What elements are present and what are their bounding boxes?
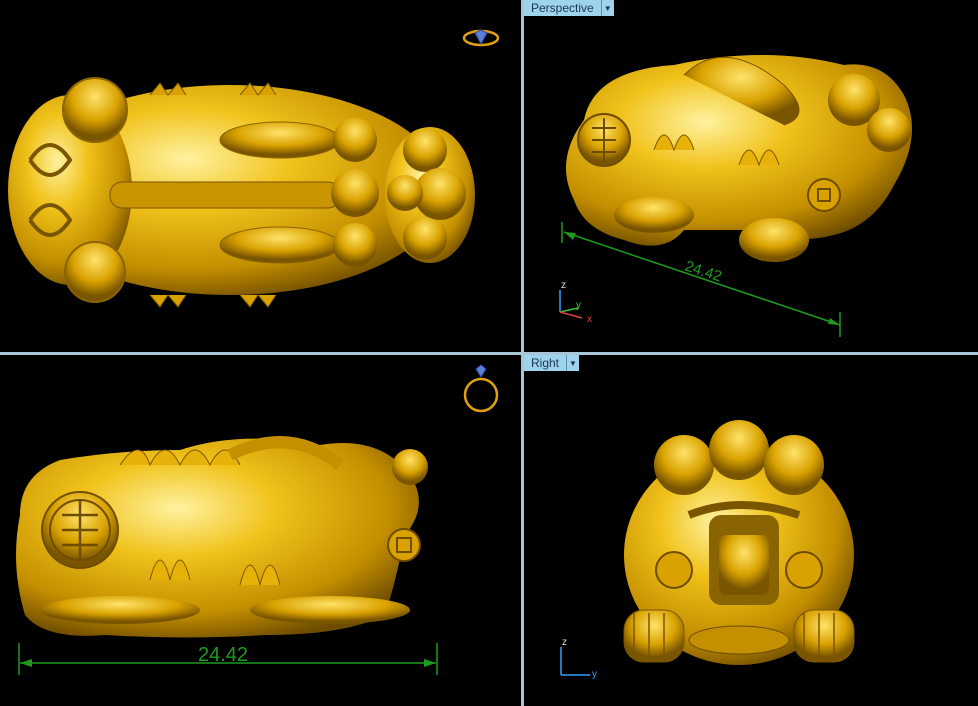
- svg-text:z: z: [561, 280, 566, 291]
- pixiu-right-model: [623, 420, 855, 665]
- viewport-title-perspective[interactable]: Perspective: [524, 0, 602, 16]
- viewport-tab-right[interactable]: Right ▼: [524, 355, 580, 371]
- viewport-perspective[interactable]: 24.42 z y x Perspective ▼: [524, 0, 978, 352]
- svg-text:y: y: [576, 300, 581, 311]
- viewport-right[interactable]: z y Right ▼: [524, 355, 978, 706]
- ring-front-view-icon: [463, 364, 499, 413]
- svg-text:z: z: [562, 637, 567, 648]
- viewport-splitter-horizontal[interactable]: [0, 352, 978, 355]
- viewport-title-right[interactable]: Right: [524, 355, 568, 371]
- dimension-label-perspective: 24.42: [683, 258, 724, 286]
- svg-text:y: y: [592, 669, 597, 680]
- front-view-model: 24.42: [16, 364, 499, 675]
- axis-gizmo-perspective: z y x: [559, 280, 592, 325]
- chevron-down-icon[interactable]: ▼: [601, 0, 614, 16]
- svg-text:x: x: [587, 314, 592, 325]
- top-view-model: [8, 29, 500, 308]
- viewport-tab-perspective[interactable]: Perspective ▼: [524, 0, 614, 16]
- viewport-top[interactable]: [0, 0, 521, 352]
- pixiu-top-model: [8, 77, 475, 308]
- dimension-label-front: 24.42: [198, 644, 248, 666]
- axis-gizmo-right: z y: [560, 637, 597, 680]
- ring-top-view-icon: [462, 29, 500, 47]
- right-view-model: z y: [560, 420, 855, 680]
- chevron-down-icon[interactable]: ▼: [567, 355, 580, 371]
- perspective-view-model: 24.42 z y x: [559, 55, 912, 337]
- pixiu-perspective-model: [566, 55, 912, 262]
- viewport-front[interactable]: 24.42: [0, 355, 521, 706]
- pixiu-front-model: [16, 436, 428, 638]
